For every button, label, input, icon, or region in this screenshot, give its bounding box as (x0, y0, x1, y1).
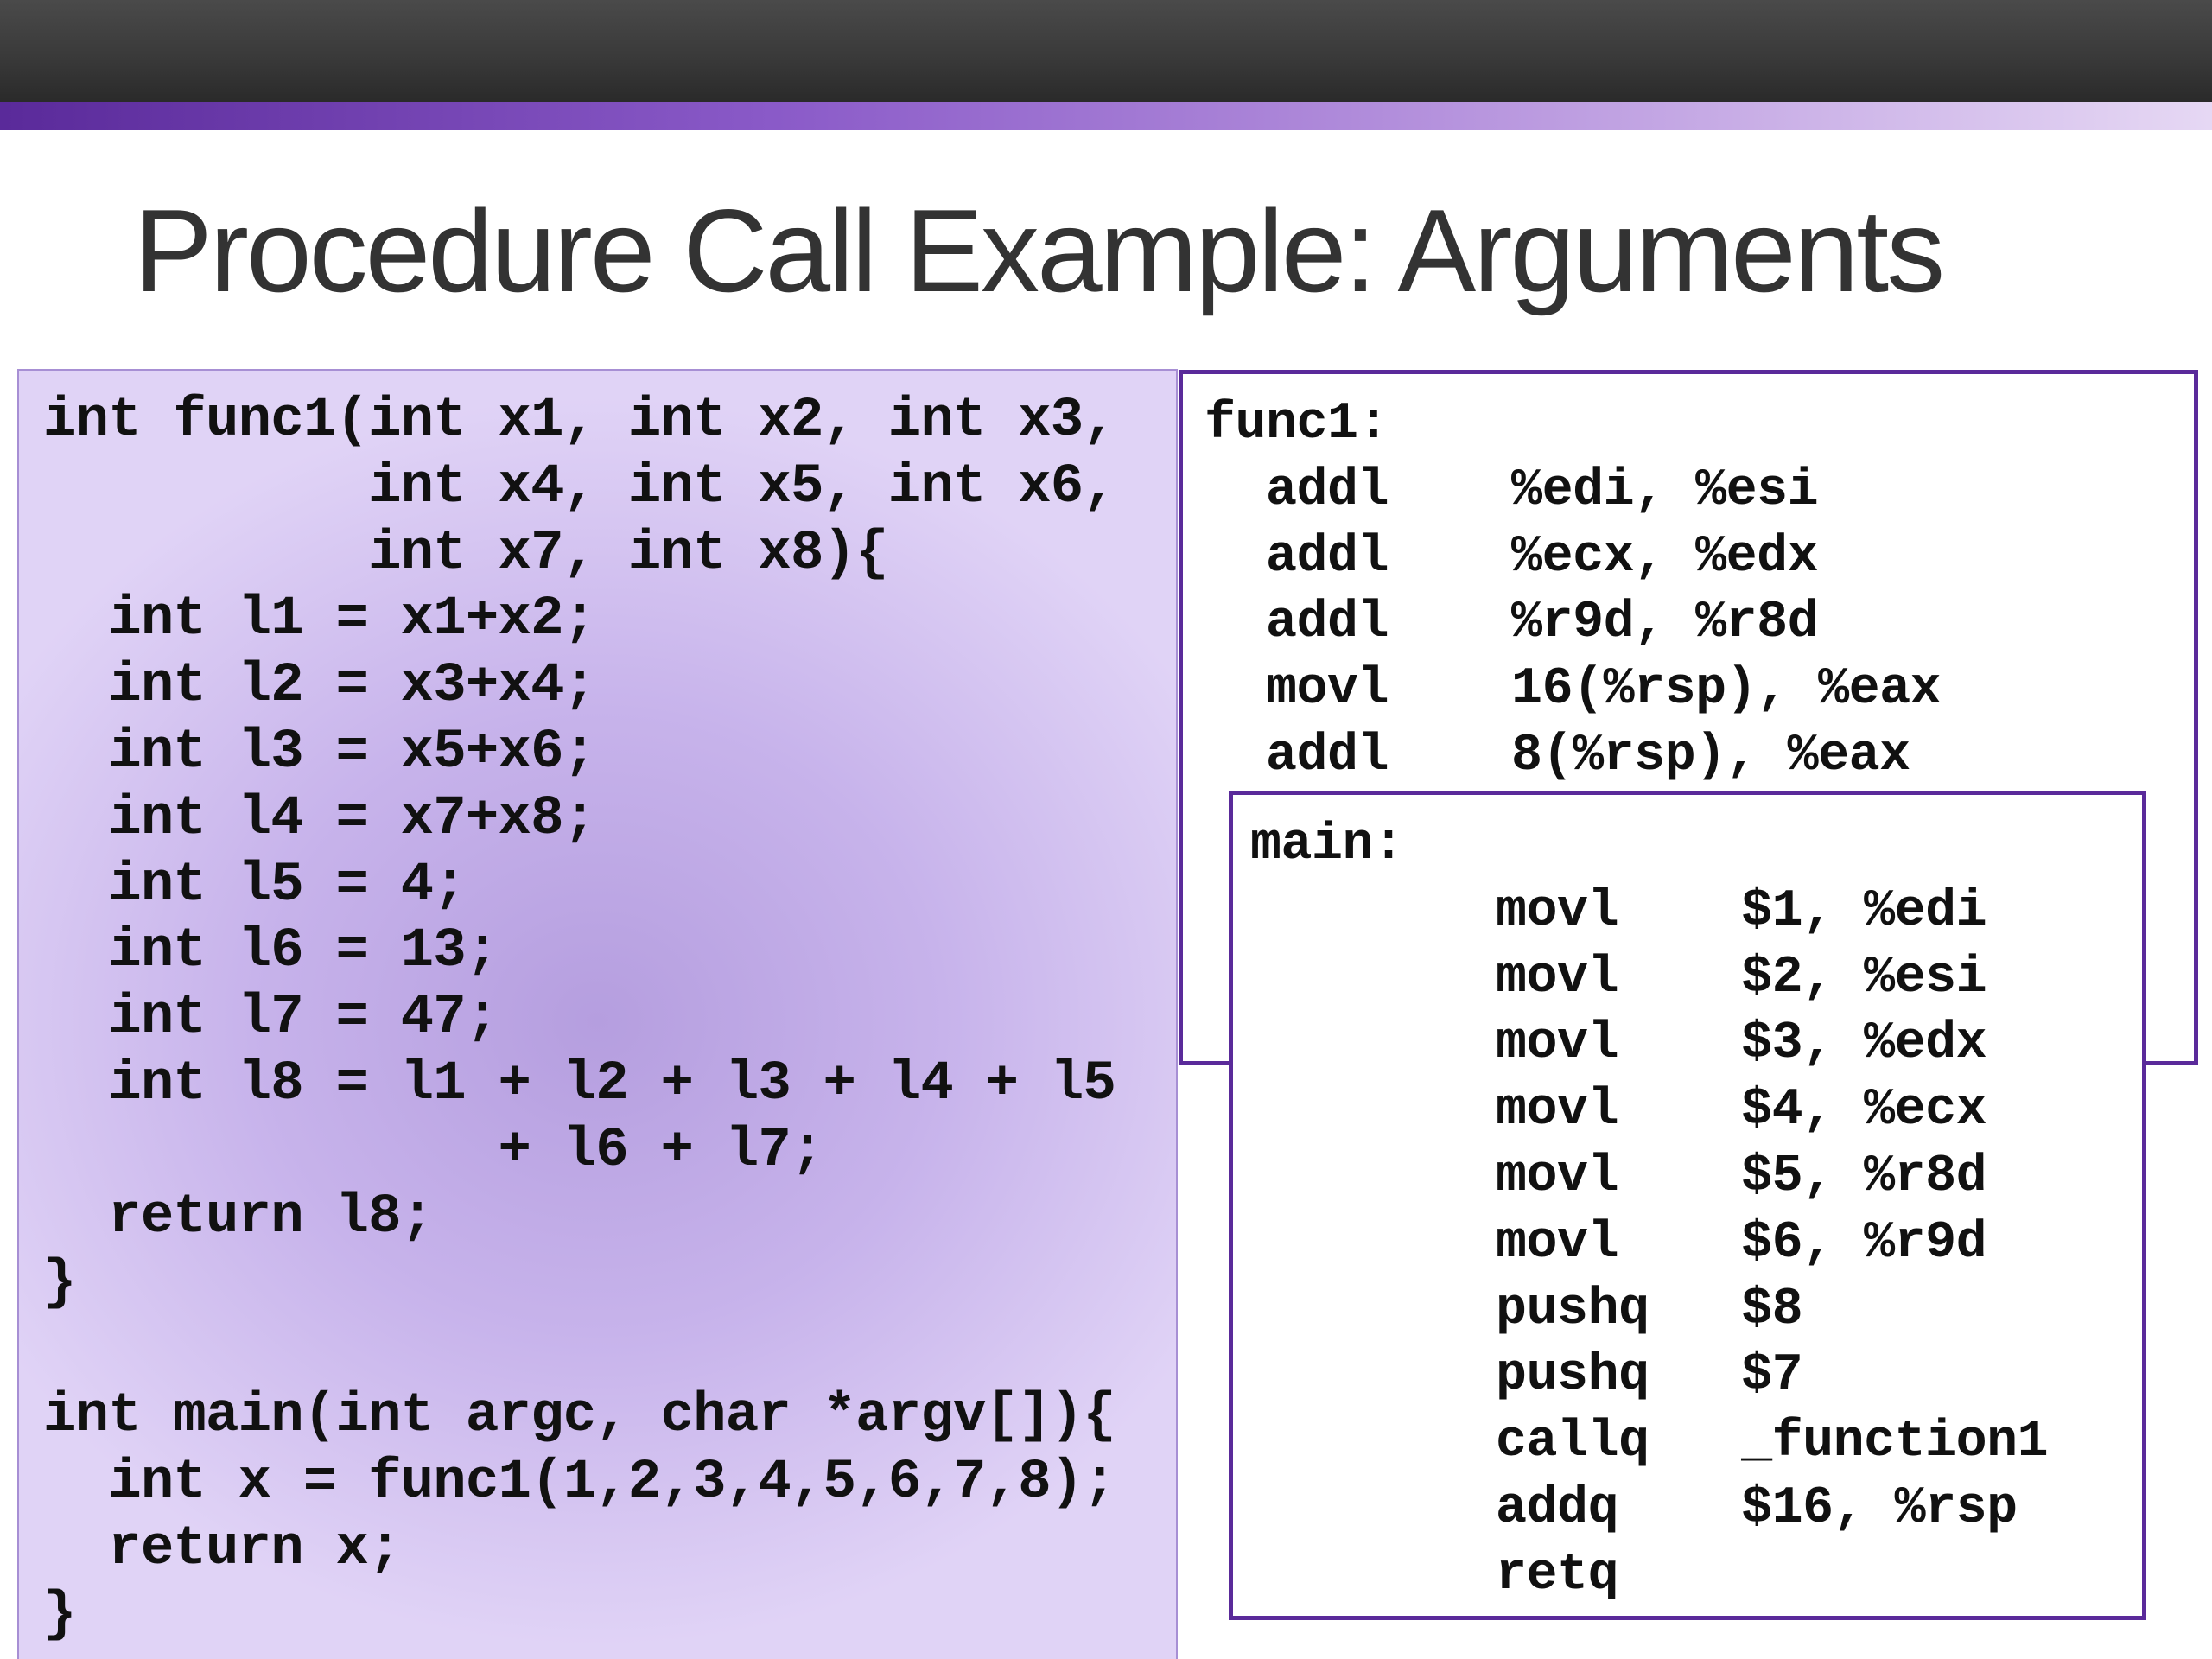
slide-title: Procedure Call Example: Arguments (134, 185, 1945, 316)
header-bar (0, 0, 2212, 102)
slide: Procedure Call Example: Arguments int fu… (0, 0, 2212, 1659)
c-source-code: int func1(int x1, int x2, int x3, int x4… (43, 390, 1116, 1647)
func1-assembly-code: func1: addl %edi, %esi addl %ecx, %edx a… (1205, 395, 1942, 785)
main-assembly-box: main: movl $1, %edi movl $2, %esi movl $… (1229, 791, 2146, 1620)
accent-stripe (0, 102, 2212, 130)
c-source-panel: int func1(int x1, int x2, int x3, int x4… (17, 369, 1178, 1659)
main-assembly-code: main: movl $1, %edi movl $2, %esi movl $… (1250, 816, 2049, 1605)
